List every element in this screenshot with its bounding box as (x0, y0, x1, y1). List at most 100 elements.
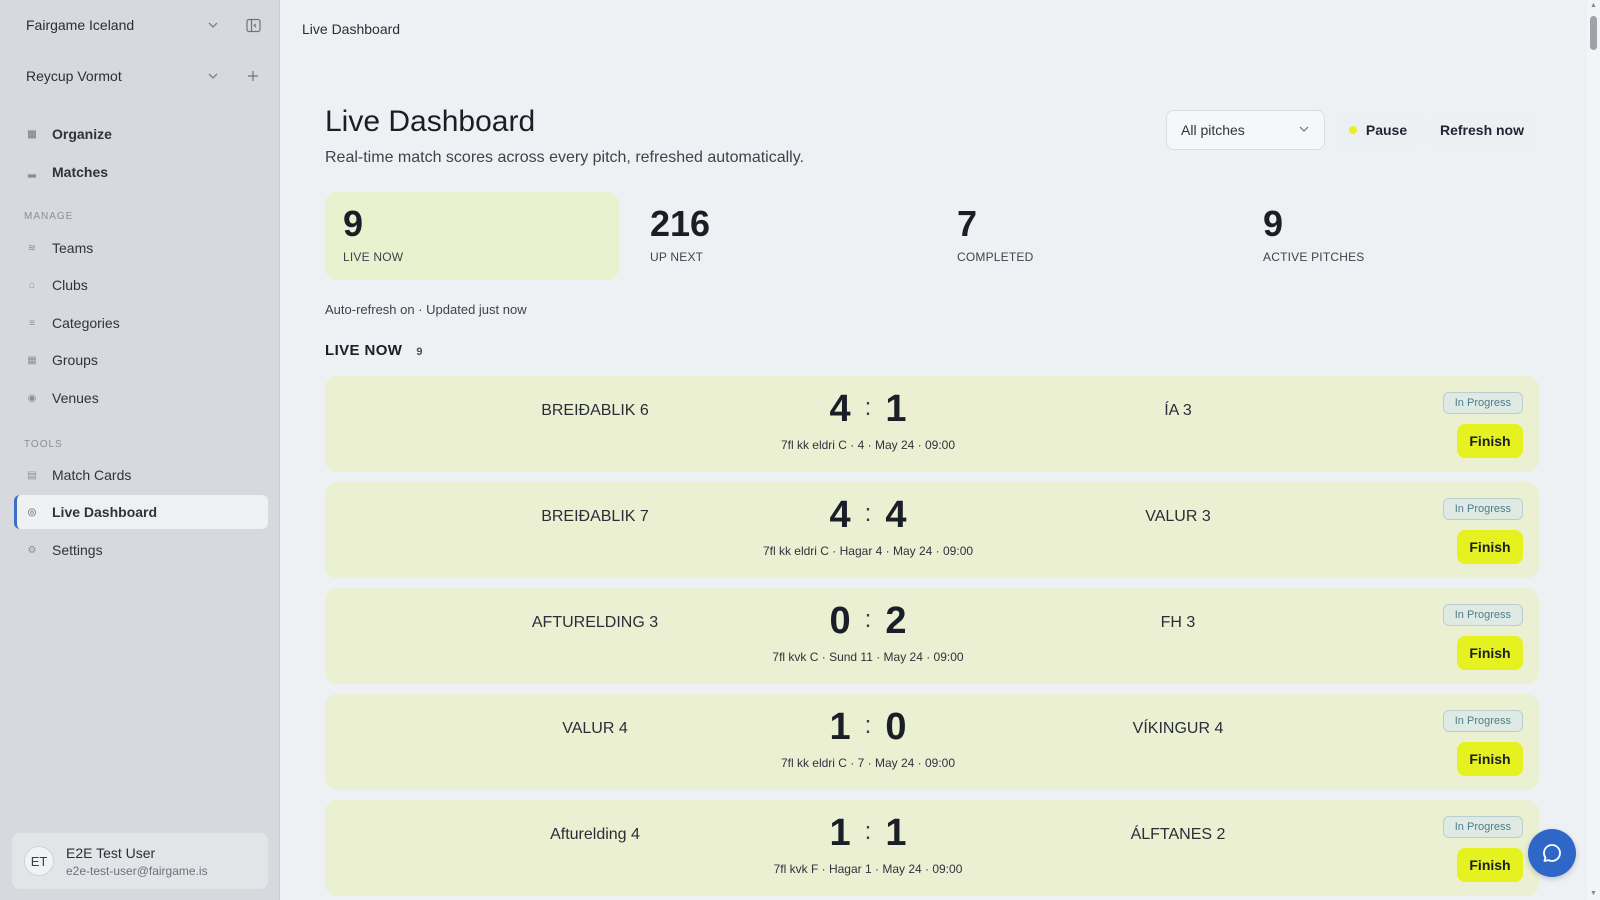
stat-up-next: 216 UP NEXT (632, 192, 926, 280)
sidebar-item-organize[interactable]: ▦ Organize (14, 117, 268, 151)
away-team: FH 3 (1160, 614, 1196, 631)
match-meta: 7fl kk eldri C · Hagar 4 · May 24 · 09:0… (762, 544, 974, 558)
status-badge: In Progress (1442, 816, 1523, 838)
pause-button[interactable]: Pause (1336, 111, 1420, 149)
status-badge: In Progress (1442, 498, 1523, 520)
cards-icon: ▤ (27, 469, 37, 481)
chevron-down-icon (204, 67, 222, 85)
sidebar-item-label: Match Cards (52, 467, 132, 483)
scrollbar-thumb[interactable] (1590, 16, 1597, 50)
refresh-now-button[interactable]: Refresh now (1430, 111, 1534, 149)
away-team: ÁLFTANES 2 (1130, 826, 1226, 843)
chevron-down-icon (1298, 122, 1310, 138)
sidebar-item-label: Matches (52, 164, 109, 180)
stat-live-now: 9 LIVE NOW (325, 192, 619, 280)
match-card: Afturelding 4 1:1 ÁLFTANES 2 7fl kvk F ·… (325, 800, 1539, 896)
away-team: VÍKINGUR 4 (1132, 720, 1224, 737)
stat-value: 9 (1263, 203, 1284, 244)
live-dot-icon (1348, 126, 1357, 134)
stat-value: 216 (650, 203, 711, 244)
sidebar-item-label: Live Dashboard (52, 504, 158, 520)
scoreline: 4:4 (793, 494, 943, 537)
scroll-up-icon[interactable]: ▲ (1590, 2, 1597, 9)
away-score: 0 (885, 706, 907, 748)
stat-completed: 7 COMPLETED (939, 192, 1233, 280)
breadcrumb: Live Dashboard (302, 21, 401, 37)
home-team: AFTURELDING 3 (531, 614, 659, 631)
finish-button[interactable]: Finish (1457, 530, 1523, 564)
users-icon: ≋ (27, 242, 37, 254)
status-badge: In Progress (1442, 392, 1523, 414)
home-team: Afturelding 4 (550, 826, 640, 843)
plus-icon[interactable] (244, 67, 262, 85)
finish-button[interactable]: Finish (1457, 848, 1523, 882)
finish-button[interactable]: Finish (1457, 636, 1523, 670)
chat-bubble-icon (1543, 844, 1561, 862)
user-menu[interactable]: ET E2E Test User e2e-test-user@fairgame.… (12, 833, 268, 889)
finish-button[interactable]: Finish (1457, 742, 1523, 776)
chevron-down-icon (204, 16, 222, 34)
org-name: Fairgame Iceland (26, 17, 135, 33)
scoreline: 1:0 (793, 706, 943, 749)
sidebar-item-settings[interactable]: ⚙ Settings (14, 533, 268, 567)
home-score: 1 (829, 812, 851, 854)
scroll-down-icon[interactable]: ▼ (1590, 890, 1597, 897)
sidebar-toggle-icon[interactable] (244, 16, 262, 34)
user-email: e2e-test-user@fairgame.is (66, 863, 208, 878)
match-meta: 7fl kk eldri C · 4 · May 24 · 09:00 (780, 438, 956, 452)
sidebar-item-label: Organize (52, 126, 112, 142)
scoreline: 1:1 (793, 812, 943, 855)
away-score: 4 (885, 494, 907, 536)
sidebar-item-live-dashboard[interactable]: ◎ Live Dashboard (14, 495, 268, 529)
match-card: BREIÐABLIK 6 4:1 ÍA 3 7fl kk eldri C · 4… (325, 376, 1539, 472)
match-card: VALUR 4 1:0 VÍKINGUR 4 7fl kk eldri C · … (325, 694, 1539, 790)
avatar: ET (24, 846, 54, 876)
sidebar-item-label: Settings (52, 542, 103, 558)
live-count: 9 (416, 346, 423, 358)
home-team: BREIÐABLIK 6 (541, 402, 649, 419)
org-switcher[interactable]: Fairgame Iceland (26, 13, 262, 37)
page-scrollbar[interactable]: ▲ ▼ (1587, 0, 1600, 900)
sidebar-item-categories[interactable]: ≡ Categories (14, 306, 268, 340)
auto-refresh-status: Auto-refresh on · Updated just now (325, 302, 527, 317)
sidebar-item-match-cards[interactable]: ▤ Match Cards (14, 458, 268, 492)
finish-button[interactable]: Finish (1457, 424, 1523, 458)
sidebar-item-teams[interactable]: ≋ Teams (14, 231, 268, 265)
bar-chart-icon: ▂ (28, 166, 36, 178)
list-icon: ≡ (29, 317, 35, 329)
sidebar-item-label: Venues (52, 390, 99, 406)
score-separator: : (864, 712, 872, 739)
chat-button[interactable] (1528, 829, 1576, 877)
page-title: Live Dashboard (325, 105, 536, 138)
sidebar-item-label: Teams (52, 240, 94, 256)
gear-icon: ⚙ (27, 544, 37, 556)
grid-icon: ▦ (27, 128, 37, 140)
score-separator: : (864, 818, 872, 845)
sidebar-item-clubs[interactable]: ⌂ Clubs (14, 268, 268, 302)
match-card: AFTURELDING 3 0:2 FH 3 7fl kvk C · Sund … (325, 588, 1539, 684)
sidebar-item-matches[interactable]: ▂ Matches (14, 155, 268, 189)
score-separator: : (864, 394, 872, 421)
sidebar-item-groups[interactable]: ▦ Groups (14, 343, 268, 377)
pitch-filter-select[interactable]: All pitches (1166, 110, 1325, 150)
sidebar-item-venues[interactable]: ◉ Venues (14, 381, 268, 415)
pitch-filter-value: All pitches (1181, 122, 1245, 138)
section-heading-manage: MANAGE (24, 211, 74, 222)
sidebar-item-label: Clubs (52, 277, 88, 293)
stat-value: 7 (957, 203, 978, 244)
status-badge: In Progress (1442, 710, 1523, 732)
score-separator: : (864, 606, 872, 633)
status-badge: In Progress (1442, 604, 1523, 626)
live-now-heading: LIVE NOW 9 (325, 342, 423, 359)
page-subtitle: Real-time match scores across every pitc… (325, 149, 804, 166)
tournament-switcher[interactable]: Reycup Vormot (26, 64, 262, 88)
match-meta: 7fl kvk C · Sund 11 · May 24 · 09:00 (772, 650, 964, 664)
match-meta: 7fl kvk F · Hagar 1 · May 24 · 09:00 (773, 862, 963, 876)
home-team: VALUR 4 (562, 720, 628, 737)
away-score: 2 (885, 600, 907, 642)
stat-label: LIVE NOW (343, 250, 404, 264)
scoreline: 4:1 (793, 388, 943, 431)
building-icon: ⌂ (28, 279, 36, 291)
stat-label: UP NEXT (650, 250, 704, 264)
user-name: E2E Test User (66, 844, 156, 861)
